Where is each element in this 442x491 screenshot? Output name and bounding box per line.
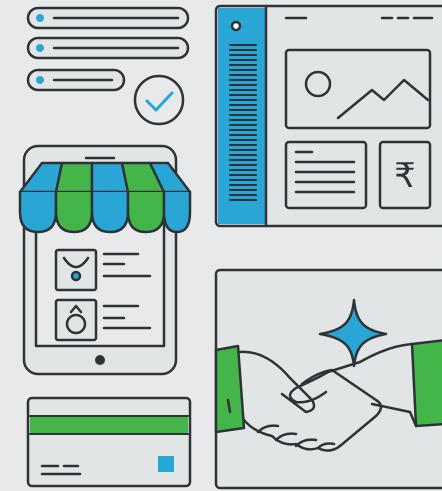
necklace-icon [54, 248, 98, 292]
rupee-icon: ₹ [394, 156, 416, 196]
image-placeholder-icon [284, 48, 432, 130]
list-row-icon [26, 36, 190, 60]
list-row-icon [26, 68, 126, 92]
handshake-icon [214, 268, 442, 490]
illustration-canvas: ₹ [0, 0, 442, 491]
storefront-awning-icon [18, 161, 192, 234]
credit-card-icon [26, 396, 192, 488]
ring-icon [54, 298, 98, 342]
checklist-group [26, 6, 190, 126]
list-row-icon [26, 6, 190, 30]
check-circle-icon [133, 74, 185, 126]
text-block-icon [284, 140, 368, 210]
